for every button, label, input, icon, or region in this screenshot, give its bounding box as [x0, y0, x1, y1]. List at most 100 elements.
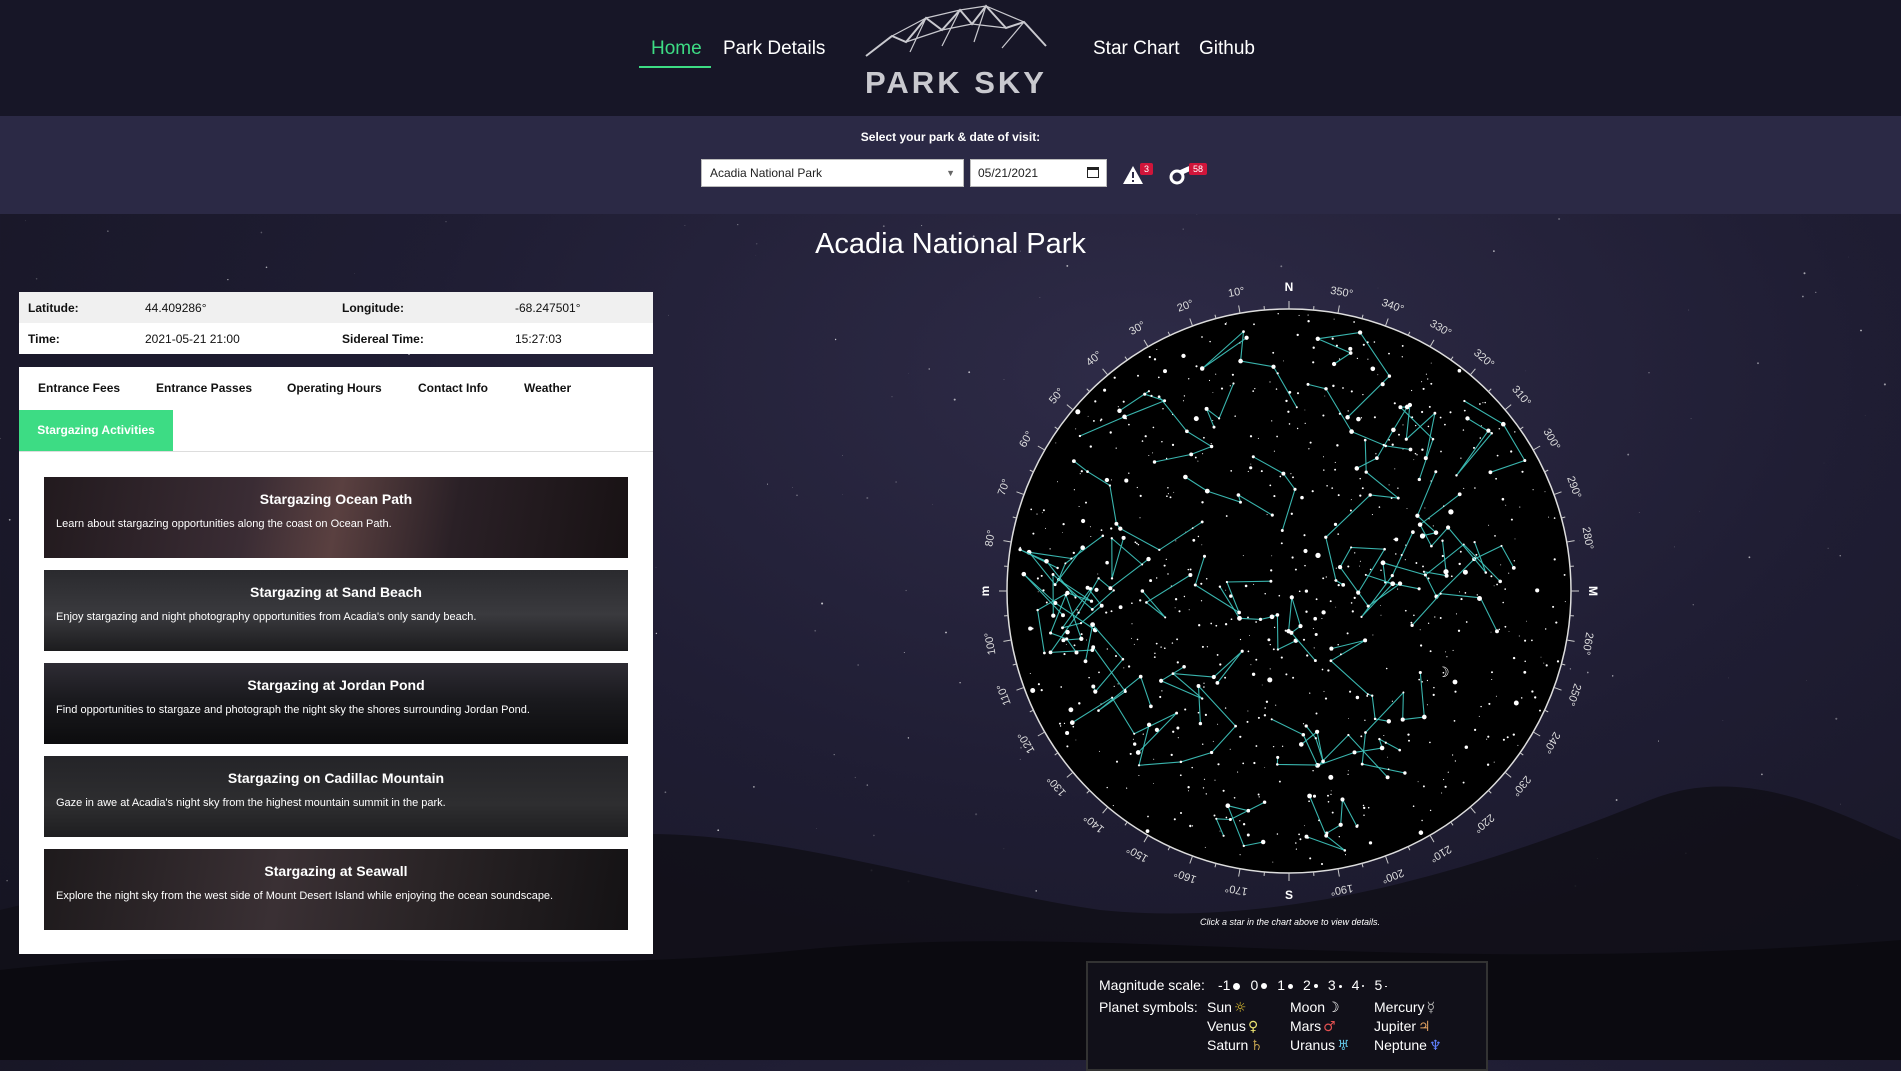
- star[interactable]: [1486, 739, 1487, 740]
- star[interactable]: [1246, 809, 1250, 813]
- star[interactable]: [1305, 724, 1308, 727]
- tab-entrance-fees[interactable]: Entrance Fees: [38, 381, 120, 395]
- star[interactable]: [1109, 484, 1111, 486]
- star[interactable]: [1153, 783, 1154, 784]
- star[interactable]: [1230, 385, 1231, 386]
- star[interactable]: [1397, 488, 1398, 489]
- star[interactable]: [1324, 396, 1325, 397]
- star[interactable]: [1323, 456, 1324, 457]
- star[interactable]: [1546, 664, 1548, 666]
- star[interactable]: [1261, 840, 1265, 844]
- astronomy-events-button[interactable]: 58: [1169, 165, 1191, 190]
- star[interactable]: [1207, 646, 1208, 647]
- star[interactable]: [1494, 585, 1495, 586]
- star[interactable]: [1348, 347, 1352, 351]
- star[interactable]: [1366, 695, 1368, 697]
- star[interactable]: [1042, 512, 1043, 513]
- star[interactable]: [1030, 509, 1032, 511]
- star[interactable]: [1557, 660, 1559, 662]
- star[interactable]: [1203, 555, 1206, 558]
- star[interactable]: [1066, 745, 1068, 747]
- star[interactable]: [1137, 375, 1139, 377]
- star[interactable]: [1130, 753, 1132, 755]
- star[interactable]: [1392, 444, 1394, 446]
- nav-github-link[interactable]: Github: [1199, 38, 1255, 60]
- star[interactable]: [1407, 733, 1409, 735]
- star[interactable]: [1357, 824, 1359, 826]
- activity-card[interactable]: Stargazing on Cadillac Mountain Gaze in …: [44, 756, 628, 837]
- star[interactable]: [1513, 733, 1515, 735]
- star[interactable]: [1091, 685, 1095, 689]
- star[interactable]: [1245, 585, 1248, 588]
- star[interactable]: [1398, 405, 1402, 409]
- star[interactable]: [1484, 402, 1485, 403]
- star[interactable]: [1337, 533, 1339, 535]
- star[interactable]: [1342, 387, 1344, 389]
- star[interactable]: [1519, 507, 1520, 508]
- star[interactable]: [1479, 403, 1481, 405]
- star[interactable]: [1267, 514, 1268, 515]
- star[interactable]: [1364, 720, 1365, 721]
- activity-card[interactable]: Stargazing Ocean Path Learn about starga…: [44, 477, 628, 558]
- star[interactable]: [1418, 522, 1423, 527]
- star[interactable]: [1057, 481, 1058, 482]
- star[interactable]: [1201, 336, 1203, 338]
- star[interactable]: [1223, 835, 1225, 837]
- star[interactable]: [1270, 644, 1271, 645]
- star[interactable]: [1315, 737, 1317, 739]
- star[interactable]: [1380, 605, 1381, 606]
- star[interactable]: [1064, 562, 1066, 564]
- star[interactable]: [1285, 400, 1287, 402]
- star[interactable]: [1128, 665, 1130, 667]
- star[interactable]: [1028, 627, 1032, 631]
- star[interactable]: [1202, 453, 1203, 454]
- star[interactable]: [1279, 781, 1281, 783]
- star[interactable]: [1138, 544, 1140, 546]
- star[interactable]: [1442, 555, 1444, 557]
- star[interactable]: [1355, 466, 1360, 471]
- star[interactable]: [1231, 618, 1233, 620]
- star[interactable]: [1418, 478, 1421, 481]
- star[interactable]: [1185, 532, 1186, 533]
- star[interactable]: [1288, 391, 1291, 394]
- star[interactable]: [1367, 693, 1369, 695]
- star[interactable]: [1500, 564, 1501, 565]
- star[interactable]: [1340, 653, 1342, 655]
- star[interactable]: [1267, 677, 1272, 682]
- star[interactable]: [1433, 694, 1435, 696]
- star[interactable]: [1274, 627, 1275, 628]
- star[interactable]: [1090, 445, 1092, 447]
- star[interactable]: [1250, 664, 1251, 665]
- star[interactable]: [1065, 594, 1068, 597]
- star[interactable]: [1512, 566, 1516, 570]
- star[interactable]: [1323, 691, 1324, 692]
- star[interactable]: [1360, 561, 1361, 562]
- star[interactable]: [1217, 724, 1218, 725]
- star[interactable]: [1491, 671, 1493, 673]
- star[interactable]: [1350, 546, 1352, 548]
- star[interactable]: [1451, 575, 1453, 577]
- star[interactable]: [1309, 692, 1310, 693]
- star[interactable]: [1534, 696, 1536, 698]
- star[interactable]: [1514, 701, 1519, 706]
- star[interactable]: [1226, 817, 1228, 819]
- star[interactable]: [1523, 671, 1526, 674]
- star[interactable]: [1240, 639, 1241, 640]
- star[interactable]: [1164, 565, 1166, 567]
- star[interactable]: [1204, 779, 1205, 780]
- star[interactable]: [1213, 741, 1214, 742]
- star[interactable]: [1374, 341, 1376, 343]
- star[interactable]: [1261, 470, 1263, 472]
- star[interactable]: [1049, 548, 1050, 549]
- star[interactable]: [1460, 457, 1461, 458]
- star[interactable]: [1362, 487, 1364, 489]
- star[interactable]: [1158, 549, 1160, 551]
- star[interactable]: [1298, 834, 1300, 836]
- star[interactable]: [1295, 842, 1297, 844]
- star[interactable]: [1279, 595, 1281, 597]
- star[interactable]: [1440, 417, 1442, 419]
- star[interactable]: [1113, 805, 1114, 806]
- star[interactable]: [1299, 590, 1301, 592]
- star[interactable]: [1172, 642, 1173, 643]
- star[interactable]: [1149, 579, 1152, 582]
